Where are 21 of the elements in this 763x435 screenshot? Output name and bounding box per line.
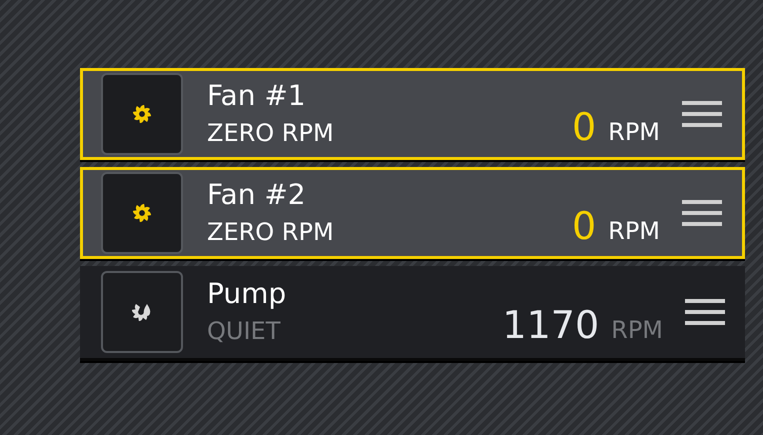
device-name: Pump <box>207 276 288 312</box>
fan-icon <box>133 204 151 222</box>
speed-unit: RPM <box>608 217 660 245</box>
speed-value: 1170 <box>502 303 600 347</box>
device-row[interactable]: Pump QUIET 1170 RPM <box>80 266 745 361</box>
menu-button[interactable] <box>682 199 722 227</box>
menu-button[interactable] <box>682 100 722 128</box>
device-row[interactable]: Fan #1 ZERO RPM 0 RPM <box>80 68 745 160</box>
device-mode: ZERO RPM <box>207 118 335 149</box>
pump-icon <box>132 303 152 321</box>
fan-icon <box>133 105 151 123</box>
device-name: Fan #1 <box>207 78 307 114</box>
speed-unit: RPM <box>608 118 660 146</box>
menu-button[interactable] <box>685 298 725 326</box>
device-mode: ZERO RPM <box>207 217 335 248</box>
speed-value: 0 <box>572 204 596 248</box>
device-row[interactable]: Fan #2 ZERO RPM 0 RPM <box>80 167 745 259</box>
speed-unit: RPM <box>611 316 663 344</box>
device-name: Fan #2 <box>207 177 307 213</box>
speed-value: 0 <box>572 105 596 149</box>
device-mode: QUIET <box>207 316 282 347</box>
